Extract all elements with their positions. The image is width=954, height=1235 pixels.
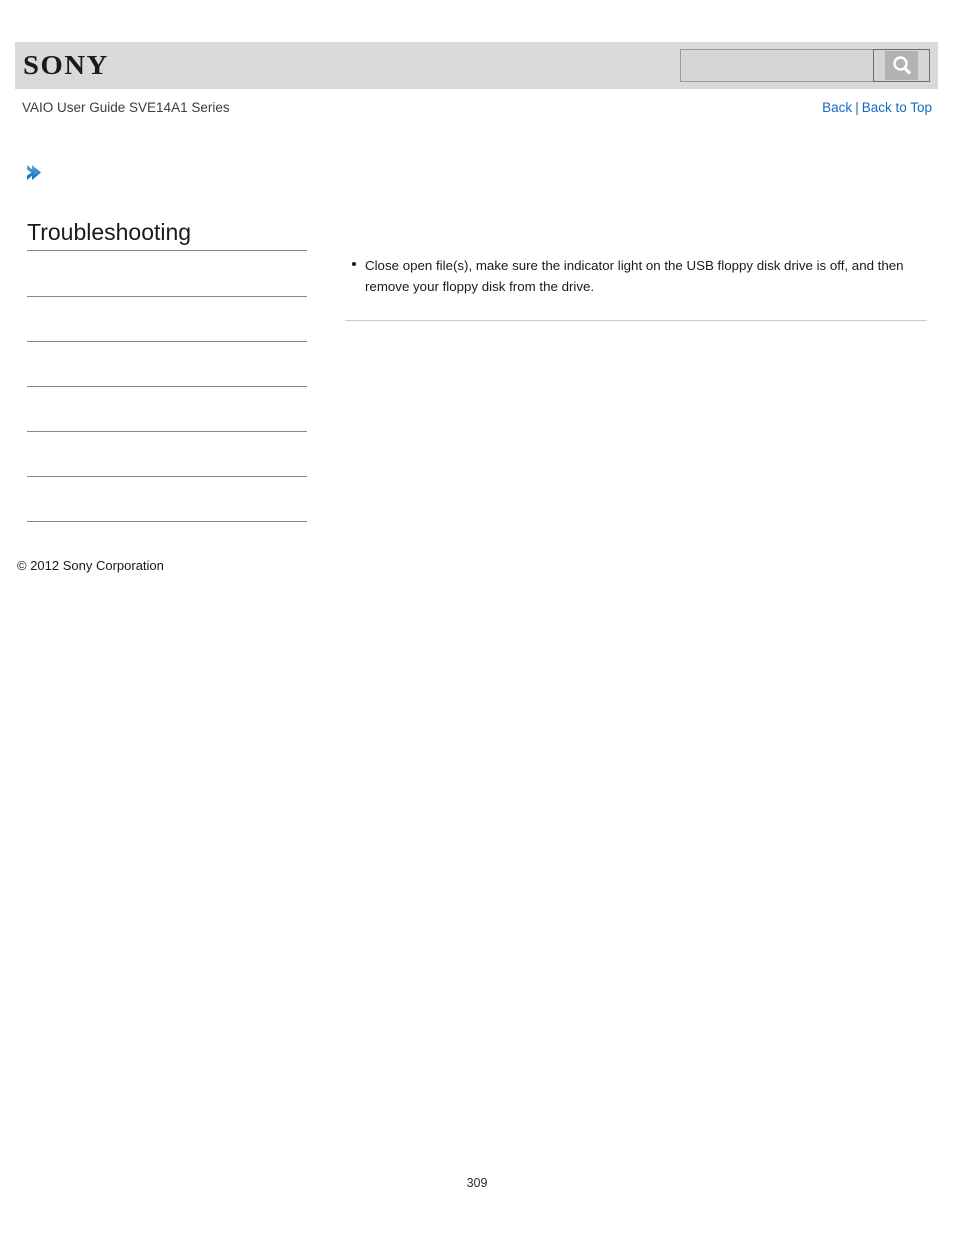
sidebar: Troubleshooting	[27, 218, 307, 522]
sidebar-item-1[interactable]	[27, 251, 307, 297]
back-link[interactable]: Back	[822, 100, 852, 115]
bullet-list: Close open file(s), make sure the indica…	[345, 255, 927, 297]
link-separator: |	[855, 100, 859, 115]
page-title: VAIO User Guide SVE14A1 Series	[22, 100, 230, 115]
header-navigation: Back | Back to Top	[822, 100, 932, 115]
sidebar-item-5[interactable]	[27, 432, 307, 477]
main-content: Close open file(s), make sure the indica…	[345, 255, 927, 329]
search-input[interactable]	[680, 49, 873, 82]
sidebar-heading: Troubleshooting	[27, 218, 307, 251]
search-area	[680, 49, 930, 82]
page-number: 309	[466, 1176, 488, 1190]
search-icon	[885, 51, 918, 80]
title-row: VAIO User Guide SVE14A1 Series Back | Back…	[15, 100, 938, 120]
copyright-text: © 2012 Sony Corporation	[17, 558, 164, 573]
sidebar-item-6[interactable]	[27, 477, 307, 522]
list-item: Close open file(s), make sure the indica…	[352, 255, 927, 297]
sony-logo: SONY	[23, 50, 109, 80]
back-to-top-link[interactable]: Back to Top	[862, 100, 932, 115]
sidebar-item-2[interactable]	[27, 297, 307, 342]
breadcrumb	[24, 162, 46, 186]
sidebar-item-4[interactable]	[27, 387, 307, 432]
bullet-icon	[352, 262, 356, 266]
list-item-text: Close open file(s), make sure the indica…	[365, 258, 904, 294]
site-header: SONY	[15, 42, 938, 89]
chevron-right-icon	[24, 165, 44, 188]
content-divider	[345, 320, 927, 321]
sidebar-item-3[interactable]	[27, 342, 307, 387]
search-button[interactable]	[873, 49, 930, 82]
